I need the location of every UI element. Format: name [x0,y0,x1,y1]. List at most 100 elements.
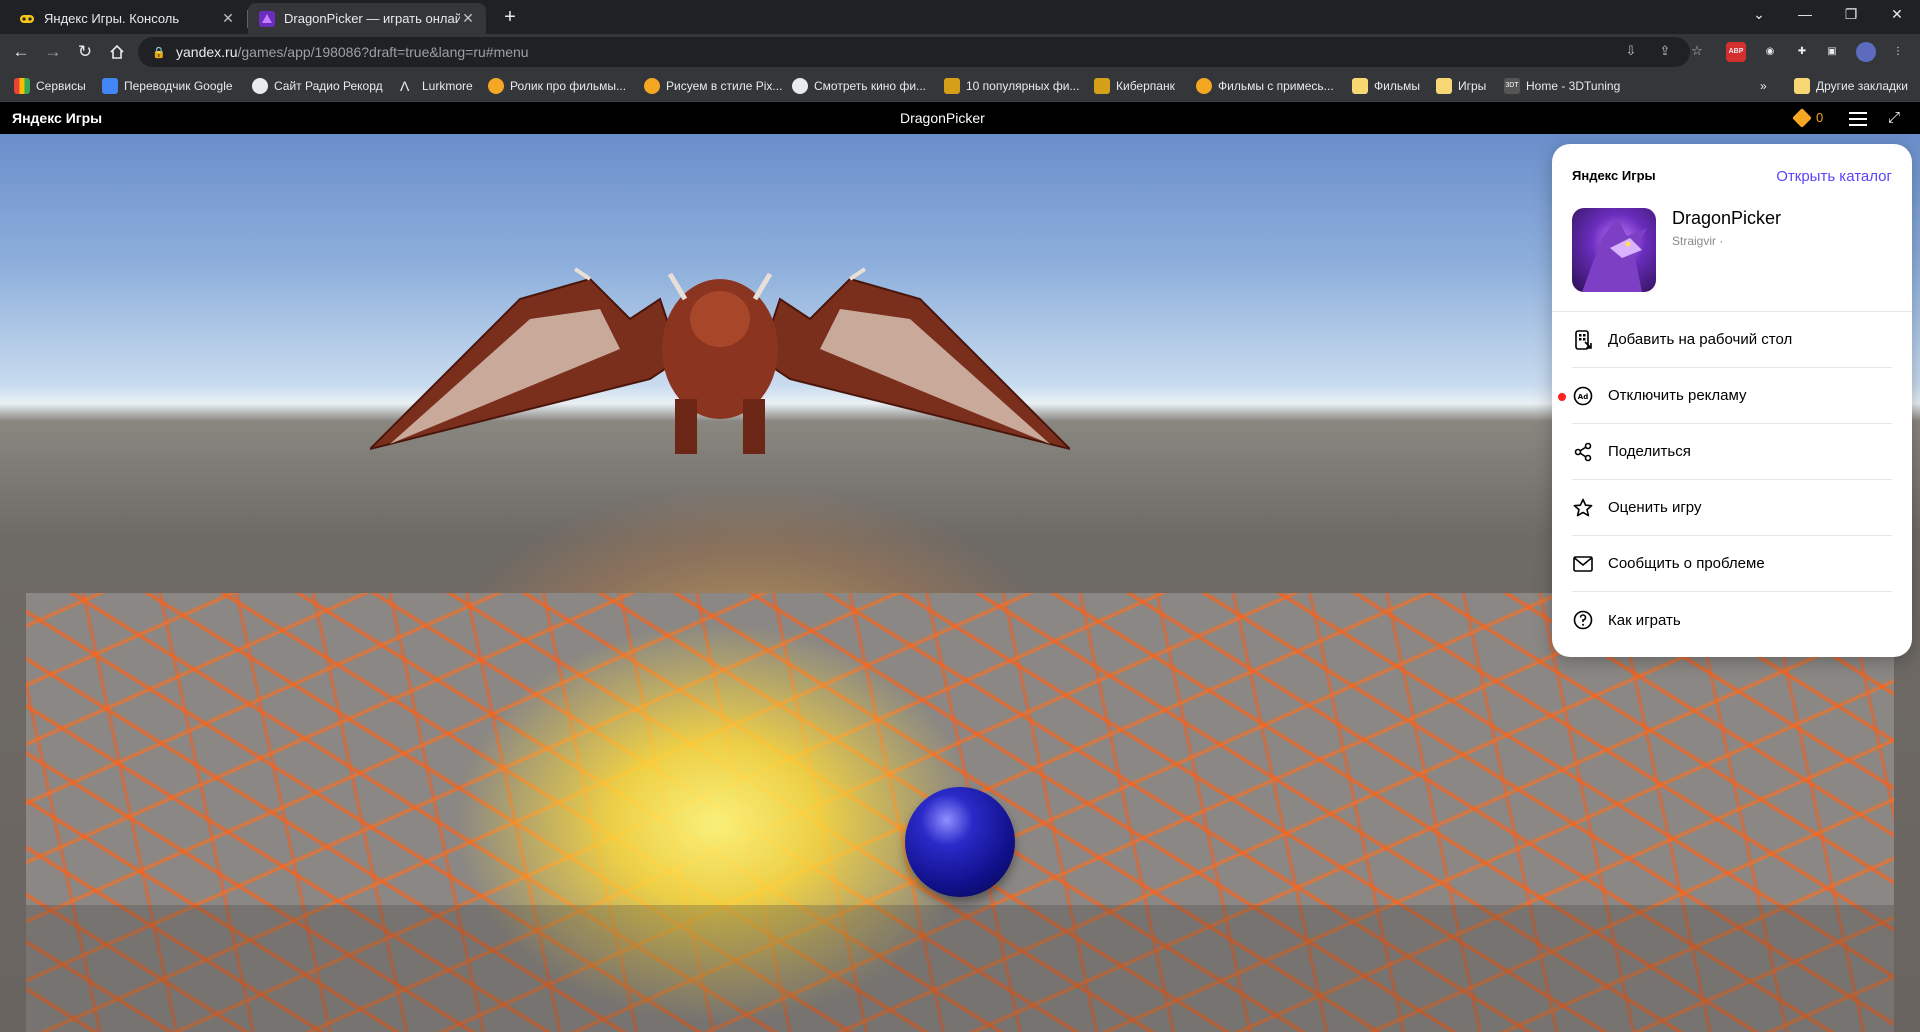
menu-item-label: Отключить рекламу [1608,387,1747,404]
menu-item-label: Сообщить о проблеме [1608,555,1765,572]
share-icon [1572,441,1594,463]
coin-count: 0 [1816,110,1824,125]
panel-developer[interactable]: Straigvir · [1672,234,1723,248]
bookmark-films-video[interactable]: Ролик про фильмы... [488,76,626,96]
bookmark-3dtuning[interactable]: 3DT Home - 3DTuning [1504,76,1620,96]
new-tab-button[interactable]: + [498,6,522,30]
menu-item-rate-game[interactable]: Оценить игру [1572,480,1892,536]
bookmark-google-translate[interactable]: Переводчик Google [102,76,233,96]
star-icon [1572,497,1594,519]
ad-off-icon: Ad [1572,385,1594,407]
tab-title: Яндекс Игры. Консоль [44,11,180,26]
game-icon [1572,208,1656,292]
hamburger-menu-icon[interactable] [1846,108,1870,128]
bookmark-favicon: 3DT [1504,78,1520,94]
bookmark-label: Переводчик Google [124,79,233,93]
bookmark-folder-films[interactable]: Фильмы [1352,76,1420,96]
forward-icon[interactable]: → [40,39,66,65]
puzzle-extensions-icon[interactable]: ✚ [1792,42,1812,62]
adblock-extension-icon[interactable]: ABP [1726,42,1746,62]
menu-item-report-problem[interactable]: Сообщить о проблеме [1572,536,1892,592]
bookmark-label: Киберпанк [1116,79,1175,93]
dragon-favicon [258,10,276,27]
google-translate-icon [102,78,118,94]
bookmark-cyberpunk[interactable]: Киберпанк [1094,76,1175,96]
address-bar[interactable]: 🔒 yandex.ru/games/app/198086?draft=true&… [138,37,1690,67]
bookmark-folder-games[interactable]: Игры [1436,76,1486,96]
tab-search-icon[interactable]: ⌄ [1736,0,1782,30]
menu-item-add-to-desktop[interactable]: Добавить на рабочий стол [1572,312,1892,368]
bookmark-label: Рисуем в стиле Pix... [666,79,783,93]
player-ball [905,787,1015,897]
bookmark-watch-movies[interactable]: Смотреть кино фи... [792,76,926,96]
bookmark-favicon [644,78,660,94]
folder-icon [1436,78,1452,94]
bookmark-star-icon[interactable]: ☆ [1688,42,1706,60]
install-icon[interactable]: ⇩ [1622,42,1640,60]
bookmark-radio-record[interactable]: Сайт Радио Рекорд [252,76,383,96]
bookmark-favicon [944,78,960,94]
open-catalog-link[interactable]: Открыть каталог [1776,168,1892,185]
bookmark-label: Home - 3DTuning [1526,79,1621,93]
menu-item-label: Как играть [1608,611,1681,629]
bookmarks-bar: Сервисы Переводчик Google Сайт Радио Рек… [0,70,1920,102]
bookmark-label: Смотреть кино фи... [814,79,927,93]
tab-dragonpicker[interactable]: DragonPicker — играть онлайн ✕ [248,3,486,34]
menu-item-label: Добавить на рабочий стол [1608,331,1793,348]
tab-close-icon[interactable]: ✕ [220,10,236,27]
menu-item-how-to-play[interactable]: Как играть [1572,592,1892,648]
side-panel-icon[interactable]: ▣ [1822,42,1842,62]
browser-menu-icon[interactable]: ⋮ [1888,42,1908,62]
apps-grid-icon [14,78,30,94]
desktop-add-icon [1572,329,1594,351]
bookmark-other[interactable]: Другие закладки [1794,76,1908,96]
address-host: yandex.ru [176,44,238,60]
menu-item-share[interactable]: Поделиться [1572,424,1892,480]
yandex-games-logo[interactable]: Яндекс Игры [12,110,102,126]
adblock-badge: ABP [1728,48,1744,55]
menu-item-label: Поделиться [1608,443,1691,460]
bookmark-favicon [1196,78,1212,94]
tab-title: DragonPicker — играть онлайн [284,11,460,26]
tab-close-icon[interactable]: ✕ [460,10,476,27]
tab-yandex-console[interactable]: Яндекс Игры. Консоль ✕ [8,3,246,34]
bookmark-label: Игры [1458,79,1487,93]
menu-item-disable-ads[interactable]: Ad Отключить рекламу [1572,368,1892,424]
folder-icon [1794,78,1810,94]
coin-icon [1792,108,1812,128]
extension-icon[interactable]: ◉ [1760,42,1780,62]
bookmarks-overflow-icon[interactable]: » [1760,76,1767,96]
bookmark-label: Сайт Радио Рекорд [274,79,383,93]
floor-shadow [26,905,1894,1032]
restore-button[interactable]: ❐ [1828,0,1874,30]
bookmark-films-mix[interactable]: Фильмы с примесь... [1196,76,1334,96]
back-icon[interactable]: ← [8,39,34,65]
folder-icon [1352,78,1368,94]
reload-icon[interactable]: ↻ [72,39,98,65]
close-window-button[interactable]: ✕ [1874,0,1920,30]
bookmark-label: Ролик про фильмы... [510,79,627,93]
radio-record-icon [252,78,268,94]
bookmark-label: 10 популярных фи... [966,79,1080,93]
bookmark-services[interactable]: Сервисы [14,76,86,96]
share-page-icon[interactable]: ⇪ [1656,42,1674,60]
fullscreen-icon[interactable]: ⤢ [1884,108,1904,128]
help-icon [1572,609,1594,631]
bookmark-lurkmore[interactable]: Λ Lurkmore [400,76,473,96]
address-path: /games/app/198086?draft=true&lang=ru#men… [237,44,529,60]
menu-item-label: Оценить игру [1608,499,1702,516]
lurkmore-icon: Λ [400,78,410,94]
home-icon[interactable] [104,39,130,65]
dragon-sprite [370,267,1070,454]
bookmark-favicon [792,78,808,94]
bookmark-label: Lurkmore [422,79,473,93]
bookmark-label: Другие закладки [1816,79,1908,93]
minimize-button[interactable]: — [1782,0,1828,30]
bookmark-label: Сервисы [36,79,86,93]
yandex-games-header: Яндекс Игры DragonPicker 0 ⤢ [0,102,1920,134]
bookmark-top-10[interactable]: 10 популярных фи... [944,76,1079,96]
mail-icon [1572,553,1594,575]
lock-icon[interactable]: 🔒 [152,46,166,59]
profile-avatar[interactable] [1856,42,1876,62]
bookmark-pixar-style[interactable]: Рисуем в стиле Pix... [644,76,782,96]
